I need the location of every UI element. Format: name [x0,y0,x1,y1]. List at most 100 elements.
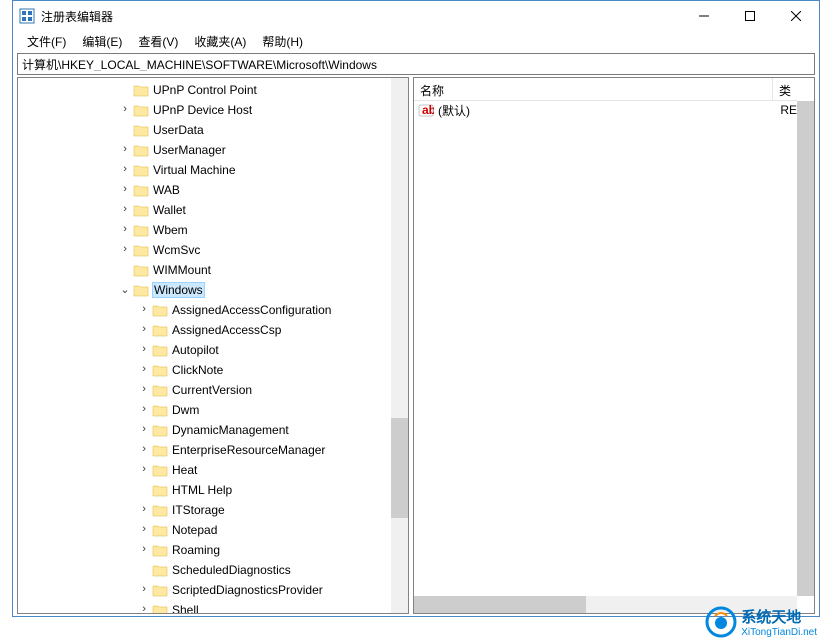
column-header-name[interactable]: 名称 [414,78,773,100]
expand-icon[interactable]: › [117,204,133,216]
list-row[interactable]: ab(默认)RE [414,101,797,119]
menu-favorites[interactable]: 收藏夹(A) [186,31,254,52]
expand-icon[interactable]: › [136,444,152,456]
tree-item[interactable]: › WcmSvc [18,240,391,260]
value-type: RE [780,103,797,117]
collapse-icon[interactable]: ⌄ [117,283,133,297]
expand-icon[interactable]: › [117,244,133,256]
tree-item-label: CurrentVersion [172,383,252,397]
expand-icon[interactable]: › [136,504,152,516]
tree-item[interactable]: ›Virtual Machine [18,160,391,180]
minimize-button[interactable] [681,1,727,31]
maximize-button[interactable] [727,1,773,31]
tree-item[interactable]: ›ITStorage [18,500,391,520]
expand-icon[interactable]: › [136,344,152,356]
expand-icon[interactable]: › [136,384,152,396]
watermark-text1: 系统天地 [741,606,817,627]
folder-icon [152,524,168,537]
tree-item[interactable]: › AssignedAccessConfiguration [18,300,391,320]
tree-item[interactable]: ›Autopilot [18,340,391,360]
tree-item[interactable]: › ClickNote [18,360,391,380]
expand-icon[interactable]: › [117,144,133,156]
tree-item-label: ScheduledDiagnostics [172,563,291,577]
tree-item-label: ClickNote [172,363,223,377]
tree-item[interactable]: › CurrentVersion [18,380,391,400]
folder-icon [133,164,149,177]
tree-item[interactable]: ›UPnP Device Host [18,100,391,120]
tree-item[interactable]: ›Shell [18,600,391,613]
close-button[interactable] [773,1,819,31]
menubar: 文件(F) 编辑(E) 查看(V) 收藏夹(A) 帮助(H) [13,31,819,51]
tree-item[interactable]: ›Dwm [18,400,391,420]
tree-item[interactable]: ›EnterpriseResourceManager [18,440,391,460]
folder-icon [133,204,149,217]
expand-icon[interactable]: › [136,524,152,536]
folder-icon [133,284,149,297]
expand-icon[interactable]: › [117,184,133,196]
tree-item[interactable]: ›AssignedAccessCsp [18,320,391,340]
tree-item[interactable]: ›Roaming [18,540,391,560]
expand-icon[interactable]: › [136,324,152,336]
scrollbar-thumb[interactable] [391,418,408,518]
tree-item[interactable]: ⌄ Windows [18,280,391,300]
tree-item[interactable]: UPnP Control Point [18,80,391,100]
tree-item[interactable]: UserData [18,120,391,140]
folder-icon [133,184,149,197]
address-bar[interactable] [17,53,815,75]
tree-vertical-scrollbar[interactable] [391,78,408,613]
expand-icon[interactable]: › [117,104,133,116]
tree-item[interactable]: ›Wallet [18,200,391,220]
scrollbar-thumb[interactable] [414,596,586,613]
tree-item-label: WcmSvc [153,243,200,257]
folder-icon [152,484,168,497]
tree-item[interactable]: HTML Help [18,480,391,500]
tree-item[interactable]: ›DynamicManagement [18,420,391,440]
expand-icon[interactable]: › [136,364,152,376]
scrollbar-thumb[interactable] [797,101,814,596]
tree-item[interactable]: › Heat [18,460,391,480]
menu-help[interactable]: 帮助(H) [254,31,311,52]
window-title: 注册表编辑器 [41,8,681,25]
tree-item-label: UserData [153,123,204,137]
folder-icon [133,244,149,257]
folder-icon [133,104,149,117]
tree-item-label: WIMMount [153,263,211,277]
titlebar[interactable]: 注册表编辑器 [13,1,819,31]
folder-icon [152,604,168,614]
tree-pane: UPnP Control Point›UPnP Device Host UserD… [17,77,409,614]
tree-item[interactable]: ›WAB [18,180,391,200]
tree-item-label: HTML Help [172,483,232,497]
expand-icon[interactable]: › [117,224,133,236]
watermark-text2: XiTongTianDi.net [741,627,817,638]
app-icon [19,8,35,24]
expand-icon[interactable]: › [136,584,152,596]
expand-icon[interactable]: › [136,604,152,613]
tree-item[interactable]: WIMMount [18,260,391,280]
folder-icon [152,364,168,377]
menu-edit[interactable]: 编辑(E) [74,31,130,52]
folder-icon [152,544,168,557]
expand-icon[interactable]: › [136,544,152,556]
menu-view[interactable]: 查看(V) [130,31,186,52]
tree-item-label: Heat [172,463,197,477]
column-header-type[interactable]: 类 [773,78,797,100]
tree-item[interactable]: ScheduledDiagnostics [18,560,391,580]
tree-item-label: Notepad [172,523,217,537]
expand-icon[interactable]: › [136,424,152,436]
tree-item-label: Windows [153,283,204,297]
address-input[interactable] [22,57,810,71]
tree-item[interactable]: › ScriptedDiagnosticsProvider [18,580,391,600]
tree-item-label: ScriptedDiagnosticsProvider [172,583,323,597]
list-vertical-scrollbar[interactable] [797,101,814,596]
watermark: 系统天地 XiTongTianDi.net [705,606,817,638]
tree-item-label: AssignedAccessConfiguration [172,303,331,317]
expand-icon[interactable]: › [117,164,133,176]
tree-item[interactable]: › Notepad [18,520,391,540]
tree-item[interactable]: ›Wbem [18,220,391,240]
expand-icon[interactable]: › [136,304,152,316]
tree-item[interactable]: ›UserManager [18,140,391,160]
expand-icon[interactable]: › [136,464,152,476]
expand-icon[interactable]: › [136,404,152,416]
menu-file[interactable]: 文件(F) [19,31,74,52]
folder-icon [152,464,168,477]
